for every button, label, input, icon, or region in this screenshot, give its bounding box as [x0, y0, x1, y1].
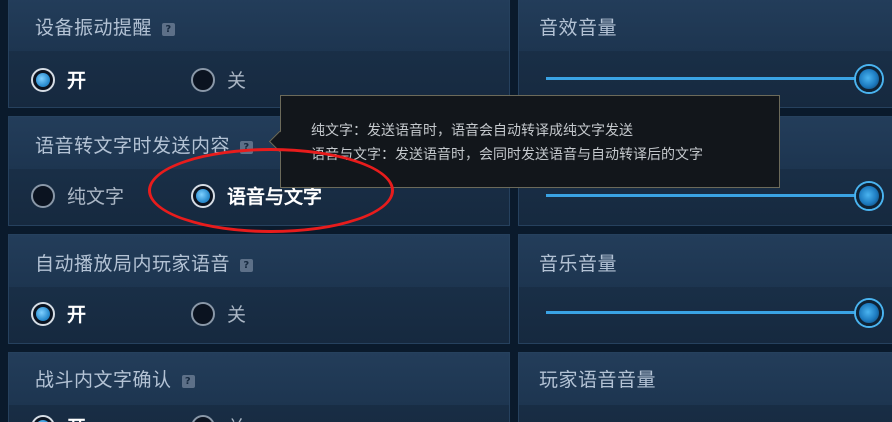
red-annotation-circle: [148, 148, 394, 233]
option-label: 关: [227, 413, 246, 422]
option-label: 关: [227, 70, 247, 92]
radio-option-on[interactable]: 开: [31, 413, 86, 422]
option-label: 开: [67, 70, 87, 92]
setting-title: 战斗内文字确认?: [35, 365, 195, 392]
setting-title: 玩家语音音量: [539, 369, 657, 391]
setting-title: 自动播放局内玩家语音?: [35, 249, 254, 276]
option-label: 开: [67, 413, 86, 422]
slider-thumb[interactable]: [856, 300, 882, 326]
slider-thumb[interactable]: [856, 183, 882, 209]
radio-unselected-icon[interactable]: [31, 183, 55, 208]
radio-unselected-icon[interactable]: [191, 414, 215, 422]
radio-unselected-icon[interactable]: [191, 301, 215, 326]
tooltip-line-2: 语音与文字：发送语音时，会同时发送语音与自动转译后的文字: [311, 147, 703, 163]
setting-battle-text-confirm: 战斗内文字确认? 开 关: [8, 352, 510, 422]
radio-selected-icon[interactable]: [31, 414, 55, 422]
slider-thumb[interactable]: [856, 66, 882, 92]
help-icon[interactable]: ?: [240, 259, 254, 272]
setting-title: 音乐音量: [539, 253, 618, 275]
option-label: 开: [67, 304, 87, 326]
radio-selected-icon[interactable]: [31, 67, 55, 92]
tooltip-line-1: 纯文字：发送语音时，语音会自动转译成纯文字发送: [311, 123, 633, 139]
radio-option-on[interactable]: 开: [31, 66, 86, 93]
radio-selected-icon[interactable]: [31, 301, 55, 326]
radio-option-off[interactable]: 关: [191, 413, 246, 422]
music-volume-slider[interactable]: [546, 300, 882, 326]
radio-option-on[interactable]: 开: [31, 300, 86, 327]
setting-title: 音效音量: [539, 17, 618, 39]
setting-music-volume: 音乐音量: [518, 234, 892, 344]
setting-sfx-volume: 音效音量: [518, 0, 892, 108]
help-icon[interactable]: ?: [181, 375, 195, 388]
volume-slider-2[interactable]: [546, 183, 882, 209]
setting-player-voice-volume: 玩家语音音量: [518, 352, 892, 422]
radio-option-text-only[interactable]: 纯文字: [31, 182, 124, 209]
setting-autoplay-voice: 自动播放局内玩家语音? 开 关: [8, 234, 510, 344]
option-label: 纯文字: [67, 186, 125, 208]
setting-title: 设备振动提醒?: [35, 13, 176, 40]
radio-option-off[interactable]: 关: [191, 66, 246, 93]
sfx-volume-slider[interactable]: [546, 66, 882, 92]
help-icon[interactable]: ?: [162, 23, 176, 36]
radio-unselected-icon[interactable]: [191, 67, 215, 92]
radio-option-off[interactable]: 关: [191, 300, 246, 327]
setting-vibration: 设备振动提醒? 开 关: [8, 0, 510, 108]
option-label: 关: [227, 304, 247, 326]
